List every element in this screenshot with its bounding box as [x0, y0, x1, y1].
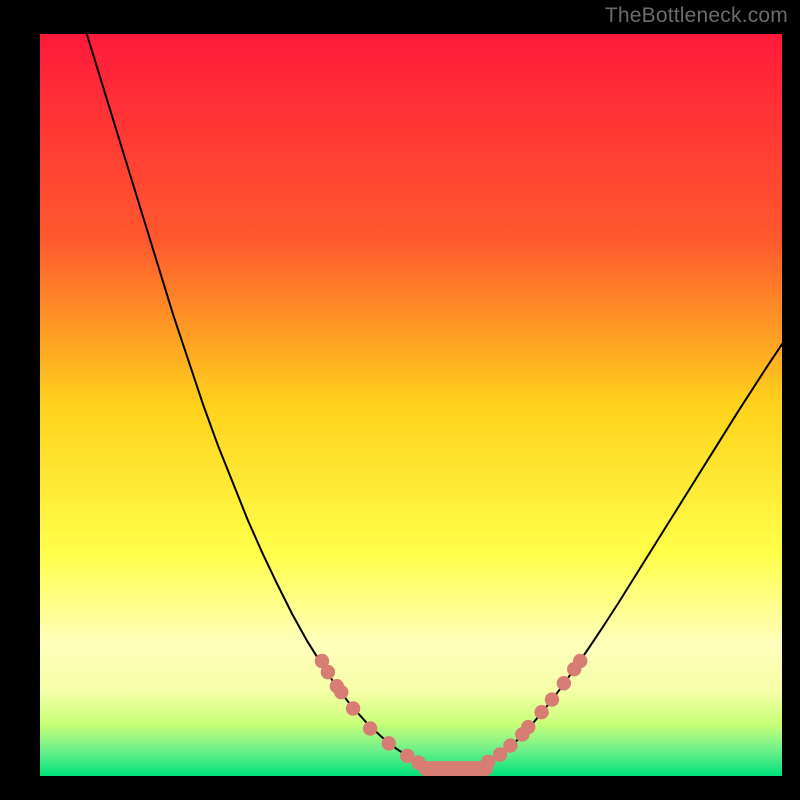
gradient-background [40, 34, 782, 776]
data-point [363, 721, 377, 735]
data-point [521, 720, 535, 734]
data-point [481, 755, 495, 769]
data-point [346, 701, 360, 715]
data-point [382, 736, 396, 750]
data-point [411, 755, 425, 769]
plot-area [40, 34, 782, 776]
data-point [321, 665, 335, 679]
data-point [334, 685, 348, 699]
bottleneck-curve-chart [40, 34, 782, 776]
watermark-text: TheBottleneck.com [605, 4, 788, 28]
data-point [573, 654, 587, 668]
data-point [534, 705, 548, 719]
data-point [545, 692, 559, 706]
data-point [503, 738, 517, 752]
chart-frame: TheBottleneck.com [0, 0, 800, 800]
data-point [557, 676, 571, 690]
